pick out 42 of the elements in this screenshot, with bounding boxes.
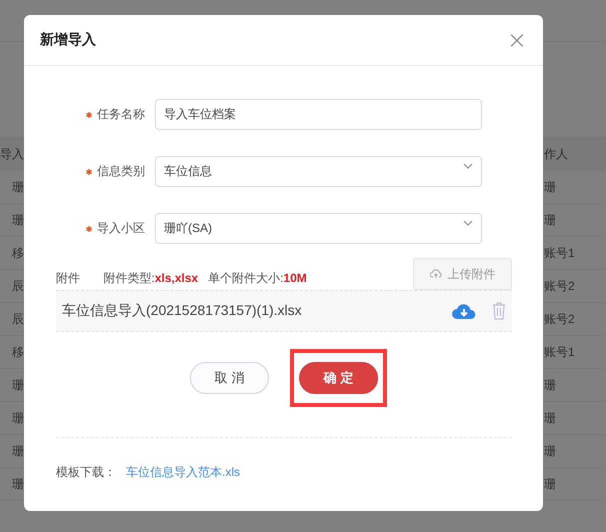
field-label: 导入小区: [56, 220, 155, 237]
table-cell-text: 账号1: [543, 344, 576, 360]
table-cell-text: 珊: [11, 178, 24, 196]
table-cell-text: 珊: [543, 476, 557, 492]
table-cell-text: 珊: [11, 476, 24, 492]
attachment-info: 附件 附件类型:xls,xlsx 单个附件大小:10M: [56, 270, 307, 287]
table-cell-text: 移: [11, 344, 24, 360]
table-cell-text: 账号1: [543, 244, 576, 262]
table-cell-text: 账号2: [543, 310, 576, 328]
table-cell-text: 账号2: [543, 278, 576, 294]
table-cell-text: 珊: [543, 376, 557, 394]
table-cell-text: 珊: [543, 410, 557, 426]
field-label: 信息类别: [56, 163, 155, 180]
required-icon: [86, 112, 92, 118]
table-cell: 导入: [0, 146, 24, 162]
table-cell-text: 珊: [11, 442, 24, 460]
template-label: 模板下载：: [56, 464, 116, 481]
confirm-button[interactable]: 确 定: [299, 362, 378, 394]
table-cell-text: 珊: [543, 212, 557, 228]
table-cell-text: 作人: [543, 146, 569, 162]
file-name: 车位信息导入(2021528173157)(1).xlsx: [62, 302, 302, 320]
chevron-down-icon: [463, 218, 473, 228]
upload-icon: [430, 269, 442, 279]
dialog-title: 新增导入: [40, 31, 96, 49]
field-label: 任务名称: [56, 106, 155, 123]
close-button[interactable]: ×: [506, 28, 527, 52]
table-cell-text: 珊: [11, 376, 24, 394]
input-field[interactable]: 导入车位档案: [155, 99, 482, 130]
table-cell-text: 辰: [11, 278, 24, 294]
cancel-button[interactable]: 取 消: [190, 362, 269, 394]
chevron-down-icon: [463, 161, 473, 171]
table-cell-text: 珊: [543, 178, 557, 196]
table-cell-text: 珊: [11, 410, 24, 426]
table-cell-text: 珊: [543, 442, 557, 460]
required-icon: [86, 226, 92, 232]
table-cell-text: 珊: [11, 212, 24, 228]
table-cell-text: 移: [11, 244, 24, 262]
table-cell-text: 辰: [11, 310, 24, 328]
select-field[interactable]: 车位信息: [155, 156, 482, 187]
cloud-download-icon[interactable]: [452, 303, 476, 319]
required-icon: [86, 168, 92, 175]
select-field[interactable]: 珊吖(SA): [155, 213, 482, 244]
